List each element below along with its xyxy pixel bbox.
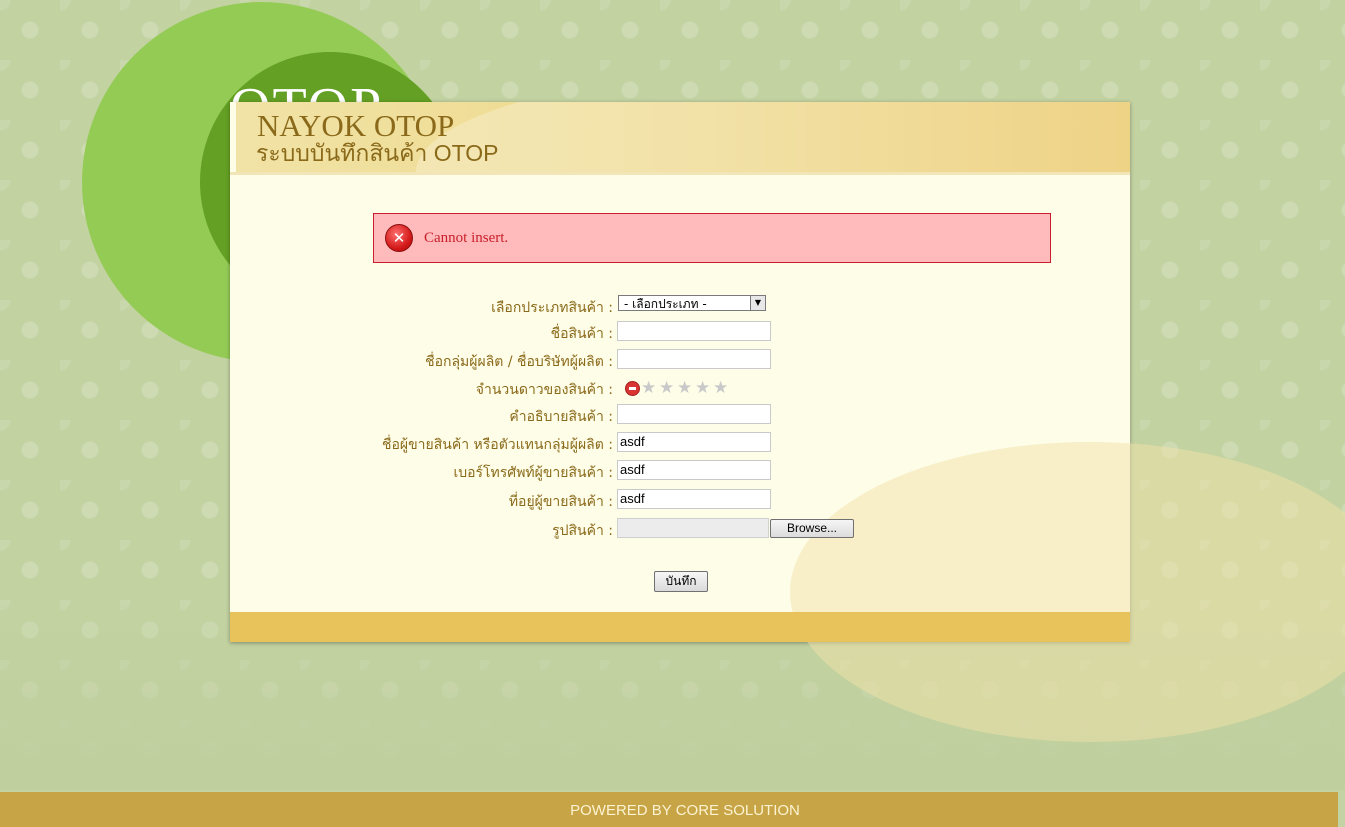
product-image-label: รูปสินค้า : bbox=[552, 523, 613, 539]
star-icon[interactable]: ★ bbox=[695, 379, 710, 397]
form-row-product-name: ชื่อสินค้า : bbox=[230, 321, 1130, 345]
seller-address-label: ที่อยู่ผู้ขายสินค้า : bbox=[508, 494, 613, 510]
seller-name-label: ชื่อผู้ขายสินค้า หรือตัวแทนกลุ่มผู้ผลิต … bbox=[382, 437, 613, 453]
seller-name-input[interactable]: asdf bbox=[617, 432, 771, 452]
product-image-file-input[interactable] bbox=[617, 518, 769, 538]
producer-group-label: ชื่อกลุ่มผู้ผลิต / ชื่อบริษัทผู้ผลิต : bbox=[425, 354, 613, 370]
category-selected-value: - เลือกประเภท - bbox=[624, 297, 707, 311]
panel-header: NAYOK OTOP ระบบบันทึกสินค้า OTOP bbox=[236, 102, 1130, 172]
form-row-category: เลือกประเภทสินค้า : - เลือกประเภท - ▼ bbox=[230, 295, 1130, 319]
page-subtitle: ระบบบันทึกสินค้า OTOP bbox=[256, 140, 499, 166]
category-label: เลือกประเภทสินค้า : bbox=[491, 300, 613, 316]
form-row-description: คำอธิบายสินค้า : bbox=[230, 404, 1130, 428]
form-row-star-rating: จำนวนดาวของสินค้า : ★ ★ ★ ★ ★ bbox=[230, 377, 1130, 401]
form-row-seller-phone: เบอร์โทรศัพท์ผู้ขายสินค้า : asdf bbox=[230, 460, 1130, 484]
cancel-rating-icon[interactable] bbox=[625, 381, 640, 396]
panel-footer bbox=[230, 612, 1130, 642]
product-name-label: ชื่อสินค้า : bbox=[550, 326, 613, 342]
error-icon: ✕ bbox=[385, 224, 413, 252]
browse-button[interactable]: Browse... bbox=[770, 519, 854, 538]
category-select[interactable]: - เลือกประเภท - ▼ bbox=[618, 295, 766, 311]
star-icon[interactable]: ★ bbox=[659, 379, 674, 397]
star-rating-label: จำนวนดาวของสินค้า : bbox=[475, 382, 613, 398]
form-row-product-image: รูปสินค้า : Browse... bbox=[230, 518, 1130, 542]
description-label: คำอธิบายสินค้า : bbox=[509, 409, 613, 425]
error-alert: ✕ Cannot insert. bbox=[373, 213, 1051, 263]
star-icon[interactable]: ★ bbox=[713, 379, 728, 397]
error-message: Cannot insert. bbox=[424, 230, 509, 246]
star-icon[interactable]: ★ bbox=[677, 379, 692, 397]
product-name-input[interactable] bbox=[617, 321, 771, 341]
form-row-seller-name: ชื่อผู้ขายสินค้า หรือตัวแทนกลุ่มผู้ผลิต … bbox=[230, 432, 1130, 456]
seller-address-input[interactable]: asdf bbox=[617, 489, 771, 509]
header-divider bbox=[230, 172, 1130, 175]
star-icon[interactable]: ★ bbox=[641, 379, 656, 397]
save-button[interactable]: บันทึก bbox=[654, 571, 708, 592]
seller-phone-label: เบอร์โทรศัพท์ผู้ขายสินค้า : bbox=[453, 465, 613, 481]
description-input[interactable] bbox=[617, 404, 771, 424]
producer-group-input[interactable] bbox=[617, 349, 771, 369]
footer-text: POWERED BY CORE SOLUTION bbox=[570, 802, 800, 819]
main-panel: NAYOK OTOP ระบบบันทึกสินค้า OTOP ✕ Canno… bbox=[230, 102, 1345, 742]
page-title: NAYOK OTOP bbox=[257, 108, 455, 143]
chevron-down-icon[interactable]: ▼ bbox=[750, 296, 765, 310]
seller-phone-input[interactable]: asdf bbox=[617, 460, 771, 480]
header-decoration bbox=[416, 102, 1130, 172]
form-row-producer-group: ชื่อกลุ่มผู้ผลิต / ชื่อบริษัทผู้ผลิต : bbox=[230, 349, 1130, 373]
page-footer: POWERED BY CORE SOLUTION bbox=[0, 792, 1338, 827]
form-row-seller-address: ที่อยู่ผู้ขายสินค้า : asdf bbox=[230, 489, 1130, 513]
